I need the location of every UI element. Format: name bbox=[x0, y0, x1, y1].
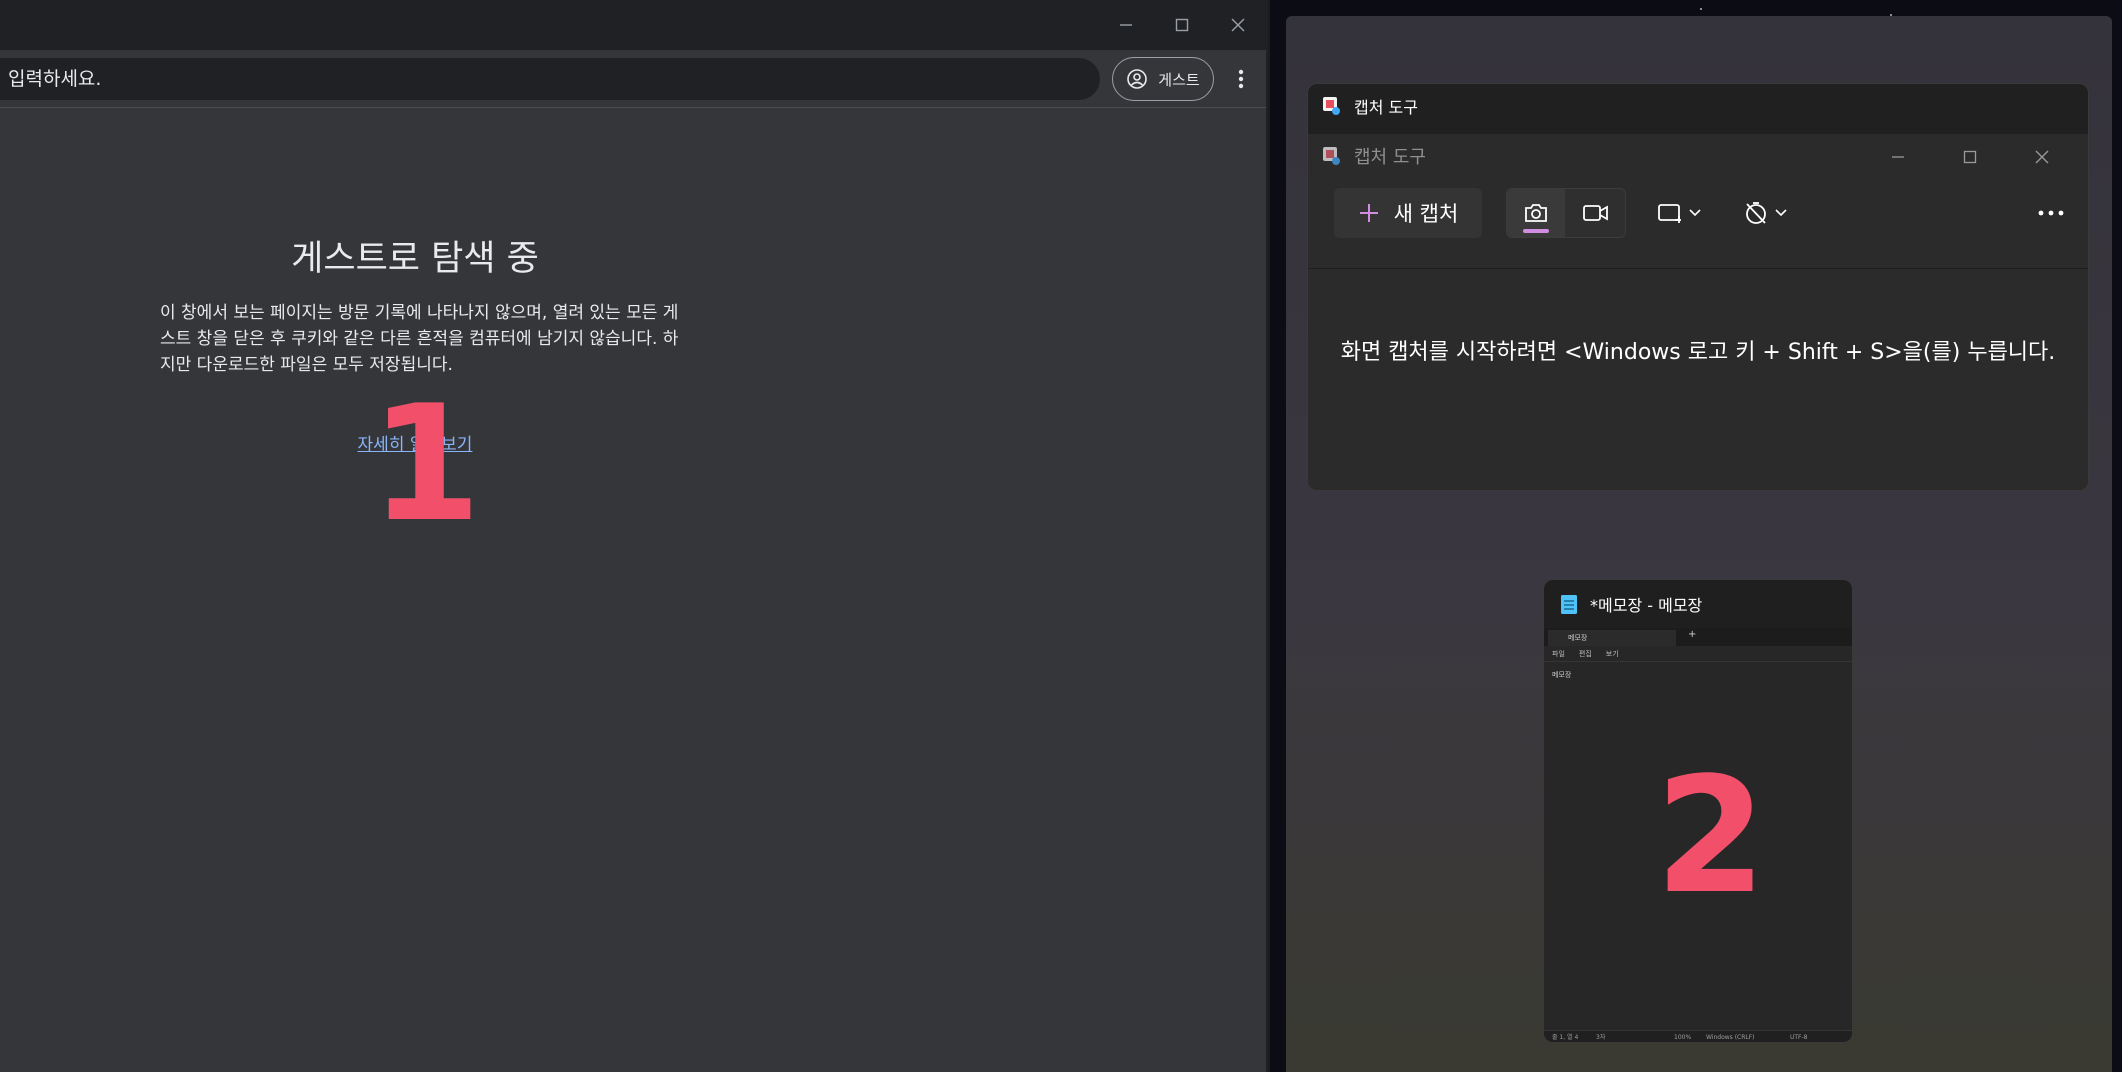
close-button[interactable] bbox=[2022, 142, 2062, 172]
more-horiz-icon bbox=[2038, 210, 2064, 216]
notepad-icon bbox=[1561, 595, 1577, 614]
video-camera-icon bbox=[1583, 205, 1608, 221]
delay-dropdown[interactable] bbox=[1734, 188, 1796, 238]
capture-hint: 화면 캡처를 시작하려면 <Windows 로고 키 + Shift + S>을… bbox=[1340, 340, 2056, 365]
status-bar: 줄 1, 열 4 3자 100% Windows (CRLF) UTF-8 bbox=[1544, 1030, 1852, 1042]
minimize-icon bbox=[1892, 156, 1904, 158]
address-bar-text: 입력하세요. bbox=[8, 68, 102, 90]
editor-text: 메모장 bbox=[1552, 671, 1572, 679]
chevron-down-icon bbox=[1775, 209, 1787, 217]
new-capture-label: 새 캡처 bbox=[1393, 202, 1459, 226]
maximize-icon bbox=[1963, 150, 1977, 164]
status-line-ending: Windows (CRLF) bbox=[1706, 1034, 1755, 1041]
status-position: 줄 1, 열 4 bbox=[1552, 1034, 1579, 1041]
tab-notepad: 메모장 bbox=[1548, 630, 1676, 646]
close-icon bbox=[1231, 18, 1245, 32]
status-encoding: UTF-8 bbox=[1790, 1034, 1808, 1041]
divider bbox=[1308, 268, 2088, 269]
menu-view: 보기 bbox=[1605, 650, 1619, 658]
record-mode-button[interactable] bbox=[1567, 189, 1625, 237]
snipping-tool-app: 캡처 도구 새 캡처 화면 캡처를 시작하려면 <Windows 로고 키 + … bbox=[1308, 134, 2088, 490]
thumbnail-header: *메모장 - 메모장 bbox=[1544, 580, 1852, 628]
status-chars: 3자 bbox=[1596, 1034, 1606, 1041]
snip-toolbar: 새 캡처 bbox=[1308, 178, 2088, 258]
more-vert-icon bbox=[1238, 69, 1244, 89]
thumbnail-title: *메모장 - 메모장 bbox=[1590, 596, 1703, 615]
menu-edit: 편집 bbox=[1578, 650, 1592, 658]
snipping-tool-icon bbox=[1323, 97, 1340, 115]
timer-off-icon bbox=[1746, 202, 1766, 224]
maximize-icon bbox=[1175, 18, 1189, 32]
browser-menu-button[interactable] bbox=[1226, 62, 1256, 96]
page-title: 게스트로 탐색 중 bbox=[291, 239, 539, 279]
maximize-button[interactable] bbox=[1154, 8, 1210, 42]
menu-file: 파일 bbox=[1552, 650, 1565, 658]
tab-strip: 메모장 + bbox=[1544, 628, 1852, 646]
guest-profile-button[interactable]: 게스트 bbox=[1112, 57, 1214, 101]
new-tab-icon: + bbox=[1688, 629, 1697, 640]
guest-description: 이 창에서 보는 페이지는 방문 기록에 나타나지 않으며, 열려 있는 모든 … bbox=[160, 303, 679, 375]
address-bar[interactable]: 입력하세요. bbox=[0, 58, 1100, 100]
thumbnail-header: 캡처 도구 bbox=[1308, 84, 2088, 128]
browser-toolbar: 입력하세요. 게스트 bbox=[0, 50, 1266, 108]
minimize-button[interactable] bbox=[1098, 8, 1154, 42]
capture-mode-group bbox=[1506, 188, 1626, 238]
screenshot-mode-button[interactable] bbox=[1507, 189, 1565, 237]
chevron-down-icon bbox=[1689, 209, 1701, 217]
app-title: 캡처 도구 bbox=[1354, 147, 1426, 168]
guest-page: 게스트로 탐색 중 이 창에서 보는 페이지는 방문 기록에 나타나지 않으며,… bbox=[0, 108, 1266, 1072]
menu-bar: 파일 편집 보기 bbox=[1544, 646, 1852, 662]
status-zoom: 100% bbox=[1674, 1034, 1692, 1041]
maximize-button[interactable] bbox=[1950, 142, 1990, 172]
thumbnail-title: 캡처 도구 bbox=[1354, 98, 1418, 117]
marker-1: 1 bbox=[370, 370, 482, 557]
rectangle-snip-icon bbox=[1658, 204, 1681, 223]
snip-shape-dropdown[interactable] bbox=[1648, 188, 1710, 238]
tab-label: 메모장 bbox=[1568, 634, 1588, 642]
new-capture-button[interactable]: 새 캡처 bbox=[1334, 188, 1482, 238]
plus-icon bbox=[1359, 204, 1378, 222]
guest-chip-label: 게스트 bbox=[1158, 70, 1200, 89]
snipping-tool-icon bbox=[1323, 147, 1340, 165]
close-icon bbox=[2035, 150, 2049, 164]
more-options-button[interactable] bbox=[2026, 188, 2076, 238]
app-titlebar: 캡처 도구 bbox=[1308, 134, 2088, 178]
browser-window: 입력하세요. 게스트 게스트로 탐색 중 이 창에서 보는 페이지는 방문 기록… bbox=[0, 0, 1268, 1072]
minimize-button[interactable] bbox=[1878, 142, 1918, 172]
marker-2: 2 bbox=[1655, 742, 1767, 929]
profile-icon bbox=[1127, 69, 1148, 89]
minimize-icon bbox=[1120, 24, 1132, 26]
camera-icon bbox=[1525, 204, 1547, 222]
snipping-tool-thumbnail[interactable]: 캡처 도구 캡처 도구 새 캡처 화면 캡처를 시작하려면 <Windows 로… bbox=[1307, 83, 2089, 491]
browser-titlebar bbox=[0, 0, 1266, 50]
close-button[interactable] bbox=[1210, 8, 1266, 42]
selected-indicator bbox=[1523, 229, 1549, 233]
